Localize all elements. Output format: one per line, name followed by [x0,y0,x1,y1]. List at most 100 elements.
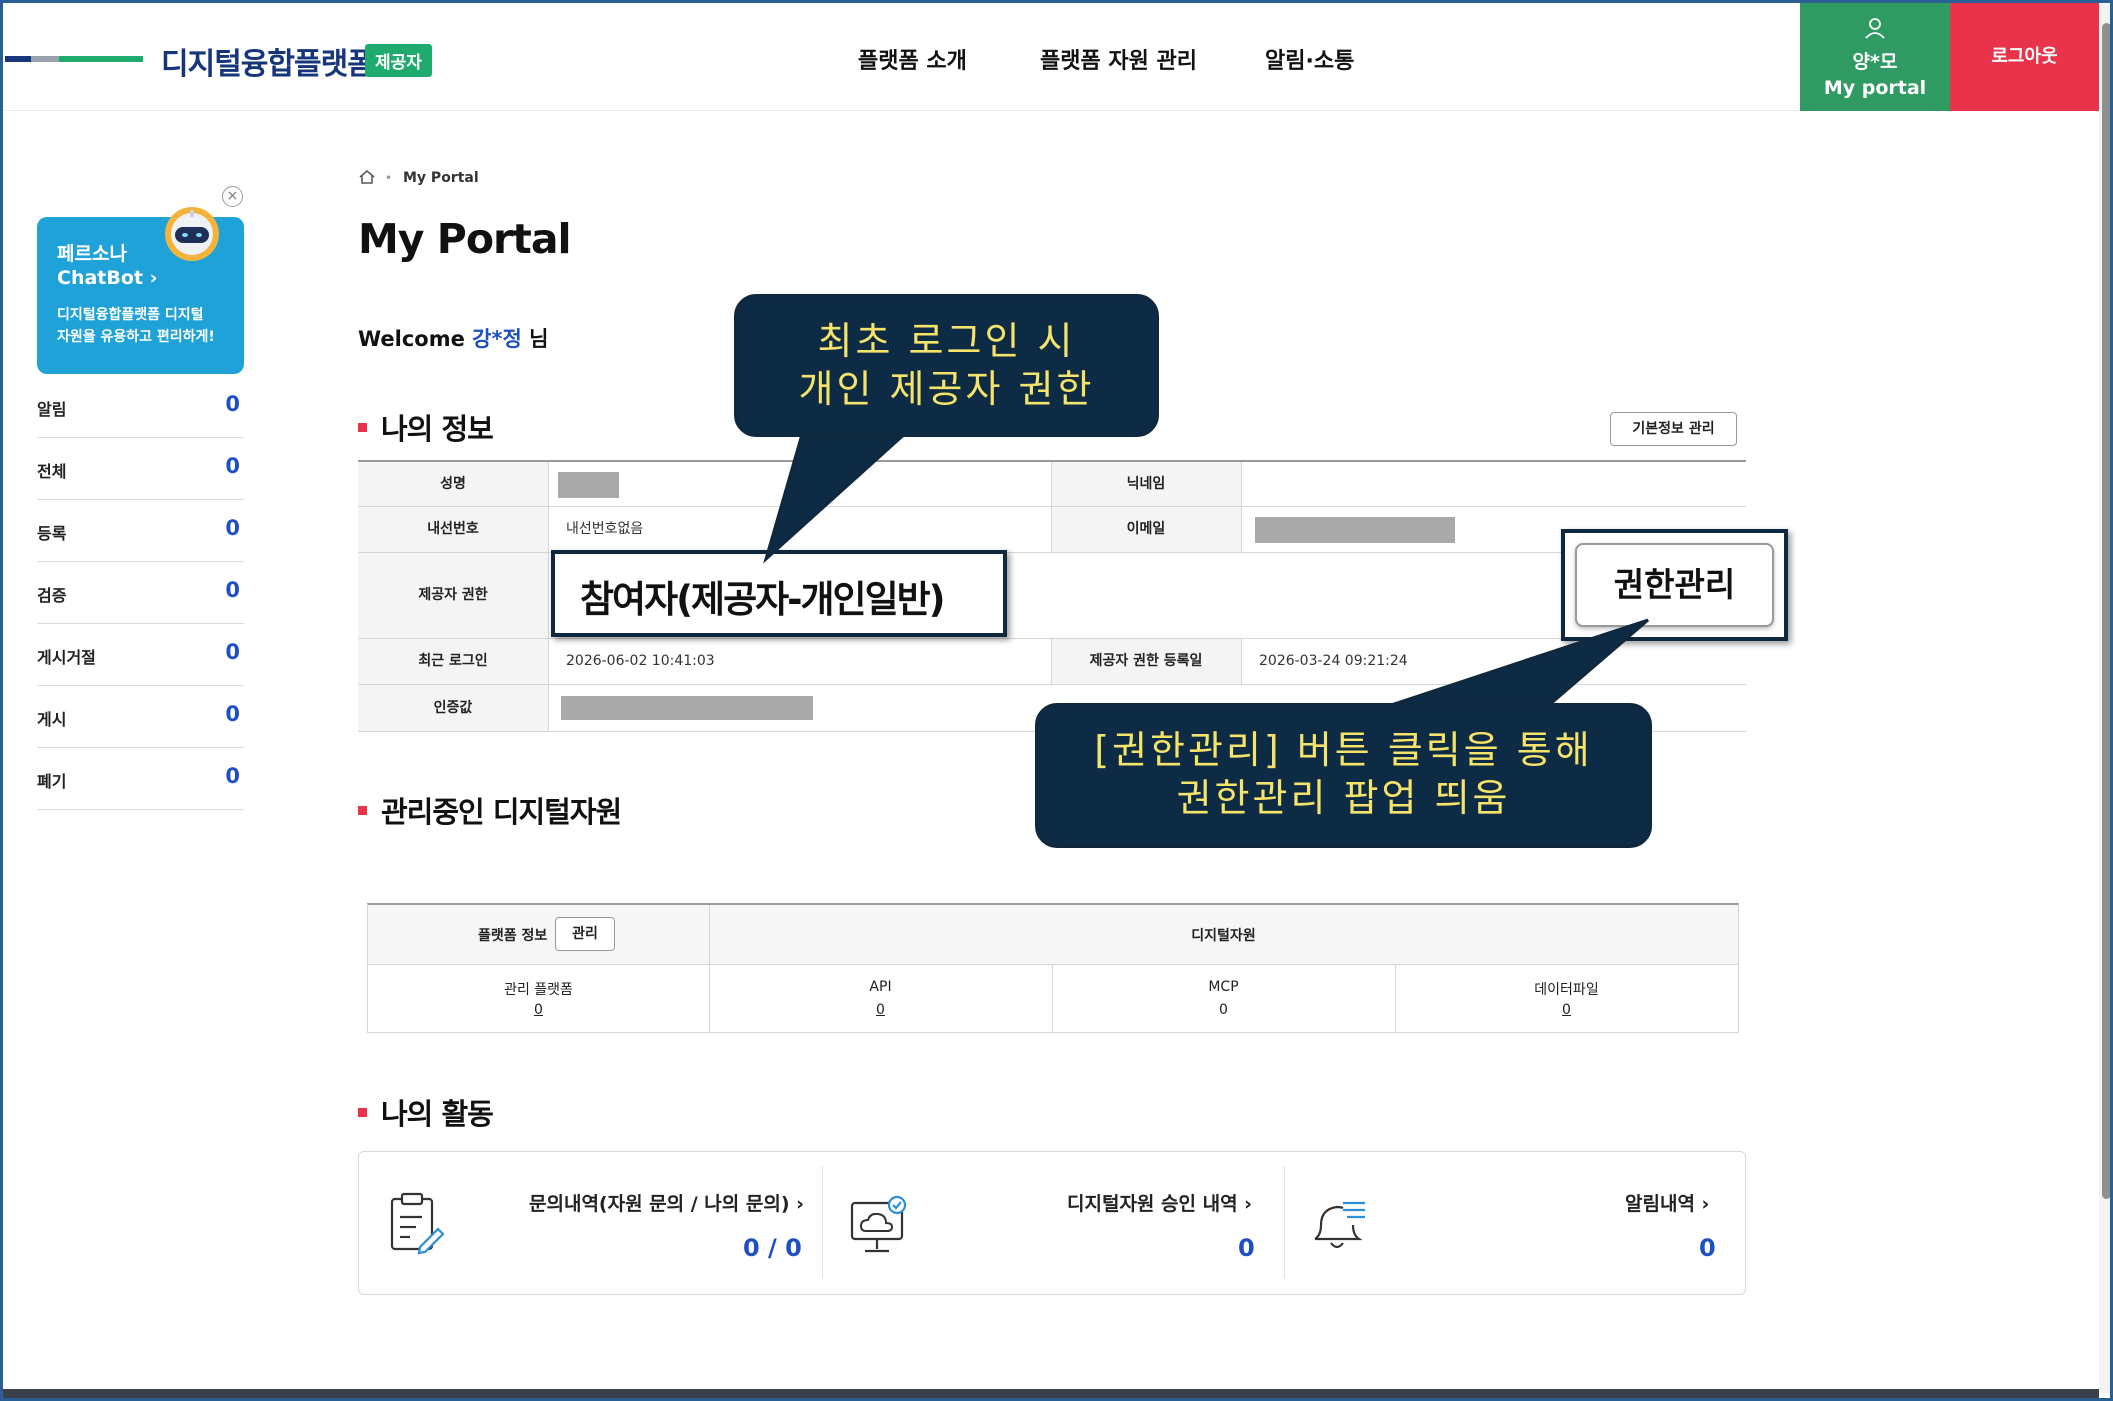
sidebar-item-discarded[interactable]: 폐기 0 [37,748,244,810]
welcome-suffix: 님 [521,327,549,351]
res-col-value[interactable]: 0 [368,1002,709,1018]
user-name: 양*모 [1852,51,1898,73]
sidebar-item-registered[interactable]: 등록 0 [37,500,244,562]
nav-notice[interactable]: 알림·소통 [1265,43,1354,75]
res-col-label: API [869,979,892,995]
platform-manage-button[interactable]: 관리 [555,917,615,951]
welcome-message: Welcome 강*정 님 [358,323,548,353]
activity-panel [358,1151,1746,1295]
provider-badge: 제공자 [365,44,432,77]
column-divider [1241,639,1242,685]
activity-approval-link[interactable]: 디지털자원 승인 내역 › [1067,1189,1252,1216]
logo-bar-gray [31,56,59,62]
table-header-cell: 제공자 권한 등록일 [1051,639,1241,684]
section-title-text: 관리중인 디지털자원 [381,795,622,829]
user-icon [1865,18,1885,39]
activity-notice-link[interactable]: 알림내역 › [1625,1189,1709,1216]
section-bullet [358,1107,367,1117]
section-title-resources: 관리중인 디지털자원 [358,789,622,831]
redacted-auth [561,696,813,720]
footer-bar [3,1389,2099,1398]
callout-text: 최초 로그인 시 [817,319,1076,363]
role-value: 참여자(제공자-개인일반) [580,578,946,621]
section-title-text: 나의 정보 [381,412,494,446]
nav-platform-intro[interactable]: 플랫폼 소개 [858,43,967,75]
last-login-value: 2026-06-02 10:41:03 [566,653,715,669]
role-value-highlight: 참여자(제공자-개인일반) [551,550,1007,637]
page-title: My Portal [358,215,572,263]
table-header-cell: 내선번호 [358,507,548,552]
sidebar-item-count: 0 [225,392,240,416]
table-row: 성명 닉네임 [358,462,1746,507]
role-management-button[interactable]: 권한관리 [1575,543,1774,627]
section-bullet [358,805,367,815]
callout-text: 권한관리 팝업 띄움 [1176,776,1511,820]
logo-text[interactable]: 디지털융합플랫폼 [161,39,375,83]
logout-button[interactable]: 로그아웃 [1950,3,2099,111]
chatbot-desc: 자원을 유용하고 편리하게! [57,329,215,345]
header: 디지털융합플랫폼 제공자 플랫폼 소개 플랫폼 자원 관리 알림·소통 양*모 … [3,3,2099,111]
home-icon[interactable] [358,168,376,186]
section-title-activity: 나의 활동 [358,1091,494,1133]
nav-resource-management[interactable]: 플랫폼 자원 관리 [1040,43,1197,75]
callout-text: [권한관리] 버튼 클릭을 통해 [1094,728,1593,772]
notification-bell-icon [1314,1201,1365,1249]
table-header-cell: 최근 로그인 [358,639,548,684]
column-divider [1051,639,1052,685]
activity-inquiry-count: 0 / 0 [743,1234,802,1262]
breadcrumb-separator: • [385,171,393,185]
column-divider [1051,462,1052,553]
sidebar-item-verification[interactable]: 검증 0 [37,562,244,624]
callout-role-button: [권한관리] 버튼 클릭을 통해 권한관리 팝업 띄움 [1035,703,1652,848]
res-col-label: MCP [1208,979,1239,995]
sidebar-item-notice[interactable]: 알림 0 [37,376,244,438]
activity-divider [822,1166,823,1278]
my-portal-button[interactable]: 양*모 My portal [1800,3,1950,111]
chatbot-desc: 디지털융합플랫폼 디지털 [57,307,204,323]
sidebar-item-count: 0 [225,702,240,726]
res-col-value: 0 [1219,1002,1228,1018]
chatbot-close-button[interactable]: × [222,186,243,207]
basic-info-manage-button[interactable]: 기본정보 관리 [1610,412,1737,446]
role-date-value: 2026-03-24 09:21:24 [1259,653,1408,669]
res-col-label: 데이터파일 [1534,982,1599,998]
activity-divider [1284,1166,1285,1278]
sidebar-item-published[interactable]: 게시 0 [37,686,244,748]
app-window: 디지털융합플랫폼 제공자 플랫폼 소개 플랫폼 자원 관리 알림·소통 양*모 … [0,0,2113,1401]
table-header-cell: 성명 [358,462,548,506]
table-header-cell: 이메일 [1051,507,1241,552]
activity-inquiry-link[interactable]: 문의내역(자원 문의 / 나의 문의) › [529,1189,804,1216]
chatbot-link[interactable]: ChatBot › [57,267,157,289]
section-bullet [358,422,367,432]
redacted-name [558,472,619,498]
res-col-value[interactable]: 0 [1395,1002,1738,1018]
scrollbar-thumb[interactable] [2102,23,2110,1199]
chatbot-title: 페르소나 [57,243,127,265]
sidebar-item-all[interactable]: 전체 0 [37,438,244,500]
table-header-cell: 인증값 [358,685,548,731]
callout-text: 개인 제공자 권한 [798,367,1095,411]
digital-resources-label: 디지털자원 [1191,928,1256,944]
callout-first-login: 최초 로그인 시 개인 제공자 권한 [734,294,1159,437]
res-col-label: 관리 플랫폼 [504,982,573,998]
activity-notice-count: 0 [1699,1234,1716,1262]
res-col-value[interactable]: 0 [709,1002,1052,1018]
sidebar-item-rejected[interactable]: 게시거절 0 [37,624,244,686]
column-divider [1395,965,1396,1033]
activity-approval-count: 0 [1238,1234,1255,1262]
sidebar-item-count: 0 [225,640,240,664]
sidebar-item-label: 폐기 [37,772,67,791]
inquiry-document-icon [390,1192,445,1255]
welcome-user-name: 강*정 [472,327,522,351]
robot-icon [165,207,219,261]
redacted-email [1255,517,1455,543]
sidebar-item-count: 0 [225,764,240,788]
sidebar-item-label: 등록 [37,524,67,543]
section-title-my-info: 나의 정보 [358,406,494,448]
user-portal-label: My portal [1823,77,1927,99]
table-row: 최근 로그인 2026-06-02 10:41:03 제공자 권한 등록일 20… [358,639,1746,685]
logo-bar-navy [5,56,31,62]
sidebar-item-count: 0 [225,516,240,540]
breadcrumb: My Portal [403,170,479,186]
sidebar-item-label: 전체 [37,462,67,481]
